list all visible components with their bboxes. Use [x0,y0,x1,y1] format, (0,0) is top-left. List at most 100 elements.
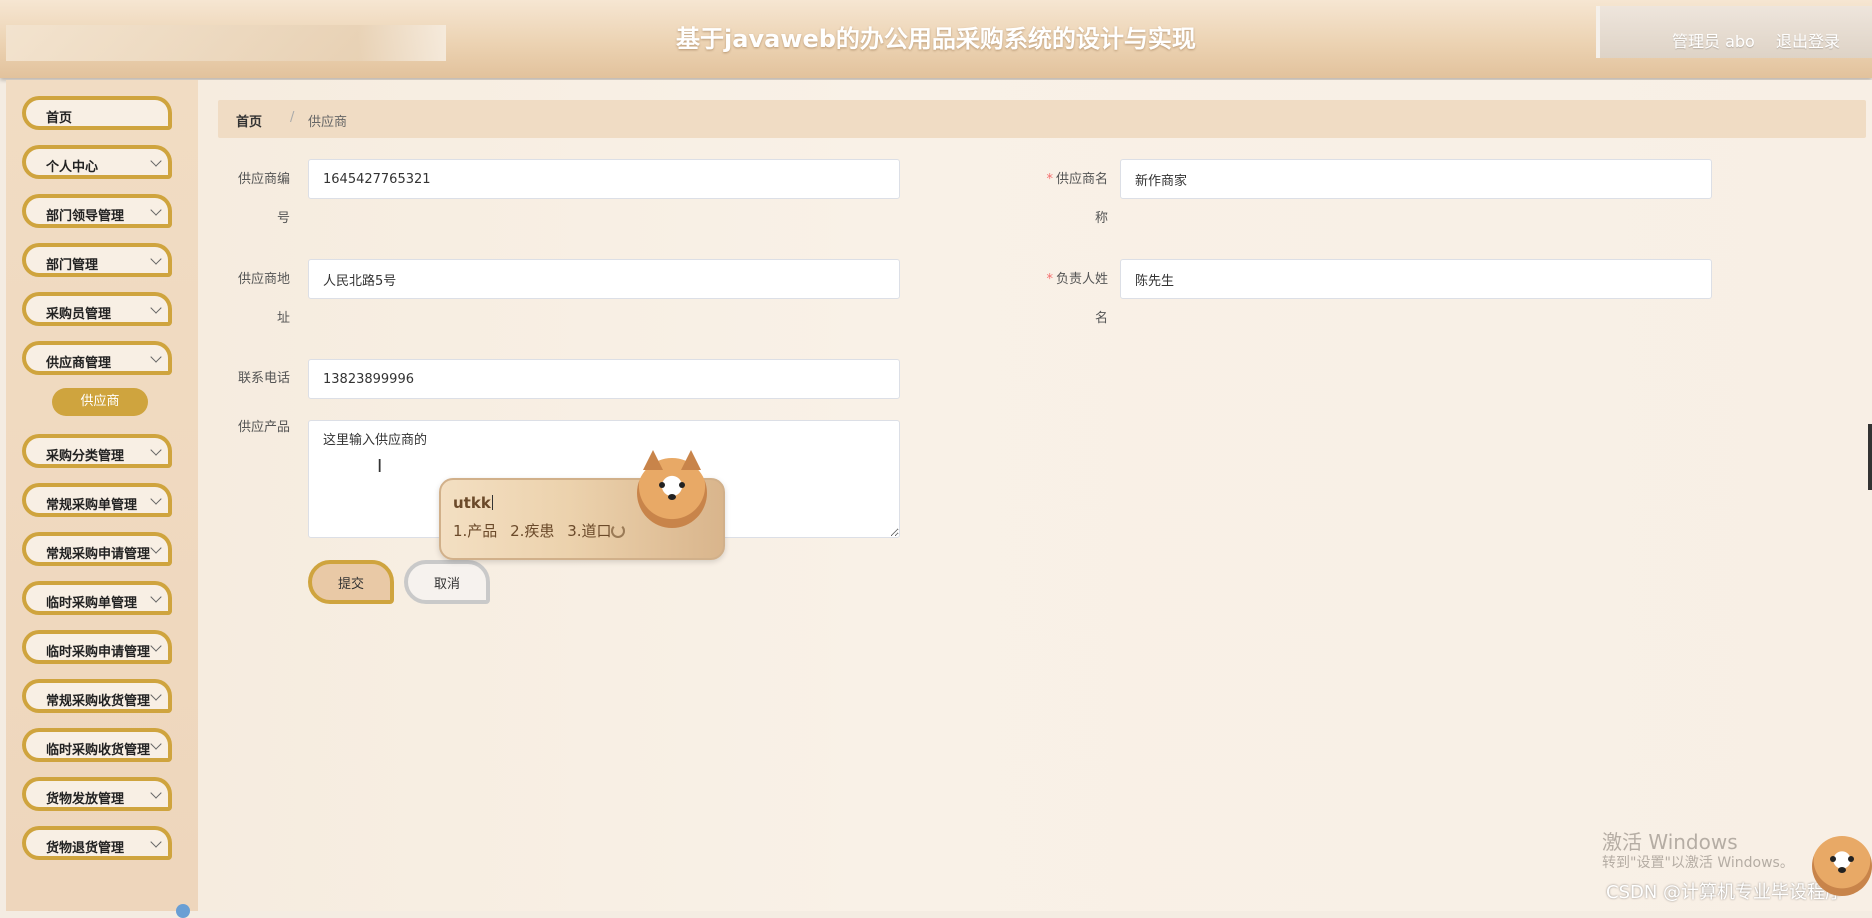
chevron-down-icon [150,253,162,265]
chevron-down-icon [150,787,162,799]
app-header: 基于javaweb的办公用品采购系统的设计与实现 管理员 abo 退出登录 [0,0,1872,78]
chevron-down-icon [150,302,162,314]
dog-eye [1830,856,1836,862]
sidebar-item-temp-request[interactable]: 临时采购申请管理 [22,630,172,664]
chevron-down-icon [150,444,162,456]
sidebar-item-label: 部门管理 [46,258,99,273]
dog-eye [679,482,685,488]
supplier-no-input[interactable] [308,159,900,199]
label-line: 名 [1094,311,1108,326]
label-line: * 供应商名 [1042,160,1108,199]
breadcrumb-current: 供应商 [308,115,348,130]
supplier-address-label: 供应商地 址 [234,260,290,338]
ime-candidate-popup: utkk 1.产品 2.疾患 3.道口 [439,450,725,560]
sidebar-item-label: 常规采购单管理 [46,498,138,513]
sidebar-item-supplier[interactable]: 供应商管理 [22,341,172,375]
chevron-down-icon [150,689,162,701]
sidebar-item-label: 货物发放管理 [46,792,125,807]
chevron-down-icon [150,351,162,363]
dog-ear [681,450,701,470]
ime-candidate[interactable]: 1.产品 [453,522,497,540]
dog-ear [643,450,663,470]
windows-activate-title: 激活 Windows [1602,830,1738,854]
floating-dot-icon [176,904,190,918]
chevron-down-icon [150,738,162,750]
label-line: 址 [276,311,290,326]
sidebar-item-temp-receipt[interactable]: 临时采购收货管理 [22,728,172,762]
ime-candidate[interactable]: 3.道口 [567,522,611,540]
dog-nose [1838,867,1846,873]
ime-composition: utkk [453,494,491,512]
sidebar-item-category[interactable]: 采购分类管理 [22,434,172,468]
label-line: 称 [1094,211,1108,226]
app-title: 基于javaweb的办公用品采购系统的设计与实现 [676,25,1196,53]
sidebar-item-personal-center[interactable]: 个人中心 [22,145,172,179]
sidebar: 首页 个人中心 部门领导管理 部门管理 采购员管理 供应商管理 供应商 采购分类… [6,80,198,911]
breadcrumb-separator: / [290,110,295,125]
label-text: 供应商名 [1055,172,1108,187]
chevron-down-icon [150,155,162,167]
chevron-down-icon [150,640,162,652]
sidebar-item-label: 常规采购申请管理 [46,547,151,562]
sidebar-item-label: 常规采购收货管理 [46,694,151,709]
sidebar-item-label: 临时采购单管理 [46,596,138,611]
edge-scrollbar[interactable] [1868,424,1872,490]
ime-candidate[interactable]: 2.疾患 [510,522,554,540]
windows-activate-hint: 转到"设置"以激活 Windows。 [1602,855,1794,871]
label-line: 号 [276,211,290,226]
chevron-down-icon [150,591,162,603]
text-cursor-icon: I [377,456,383,477]
dog-nose [668,494,676,500]
required-mark: * [1046,172,1053,187]
sidebar-item-regular-receipt[interactable]: 常规采购收货管理 [22,679,172,713]
supplier-name-label: * 供应商名 称 [1042,160,1108,238]
supplier-name-input[interactable] [1120,159,1712,199]
contact-name-label: * 负责人姓 名 [1042,260,1108,338]
sidebar-item-label: 货物退货管理 [46,841,125,856]
sidebar-item-label: 采购分类管理 [46,449,125,464]
phone-label: 联系电话 [237,371,290,386]
sidebar-item-temp-order[interactable]: 临时采购单管理 [22,581,172,615]
logout-button[interactable]: 退出登录 [1776,28,1840,52]
sidebar-item-label: 部门领导管理 [46,209,125,224]
cancel-button[interactable]: 取消 [404,560,490,604]
label-line: * 负责人姓 [1042,260,1108,299]
sidebar-item-regular-order[interactable]: 常规采购单管理 [22,483,172,517]
supplier-no-label: 供应商编 号 [234,160,290,238]
csdn-watermark: CSDN @计算机专业毕设程序 [1606,882,1844,903]
breadcrumb-home[interactable]: 首页 [236,111,262,130]
sidebar-item-label: 供应商管理 [46,356,112,371]
chevron-down-icon [150,204,162,216]
current-user: 管理员 abo [1672,32,1755,51]
contact-name-input[interactable] [1120,259,1712,299]
sidebar-item-home[interactable]: 首页 [22,96,172,130]
sidebar-item-label: 个人中心 [46,160,99,175]
sidebar-subitem-supplier[interactable]: 供应商 [52,388,148,416]
submit-button[interactable]: 提交 [308,560,394,604]
dog-eye [659,482,665,488]
phone-input[interactable] [308,359,900,399]
dog-eye [1848,856,1854,862]
ime-candidate-list: 1.产品 2.疾患 3.道口 [453,520,620,541]
sidebar-item-purchaser[interactable]: 采购员管理 [22,292,172,326]
chevron-down-icon [150,542,162,554]
required-mark: * [1046,272,1053,287]
breadcrumb: 首页 / 供应商 [218,100,1866,138]
label-line: 供应商编 [237,172,290,187]
shiba-dog-icon [1812,836,1872,896]
sidebar-item-goods-issue[interactable]: 货物发放管理 [22,777,172,811]
label-text: 负责人姓 [1055,272,1108,287]
sidebar-item-label: 临时采购申请管理 [46,645,151,660]
sidebar-item-label: 采购员管理 [46,307,112,322]
sidebar-item-goods-return[interactable]: 货物退货管理 [22,826,172,860]
sidebar-item-dept-leader[interactable]: 部门领导管理 [22,194,172,228]
sidebar-item-regular-request[interactable]: 常规采购申请管理 [22,532,172,566]
chevron-down-icon [150,836,162,848]
supplier-address-input[interactable] [308,259,900,299]
products-label: 供应产品 [237,420,290,435]
sidebar-item-department[interactable]: 部门管理 [22,243,172,277]
refresh-icon[interactable] [611,524,625,538]
sidebar-item-label: 首页 [46,111,73,126]
label-line: 供应商地 [237,272,290,287]
sidebar-item-label: 临时采购收货管理 [46,743,151,758]
